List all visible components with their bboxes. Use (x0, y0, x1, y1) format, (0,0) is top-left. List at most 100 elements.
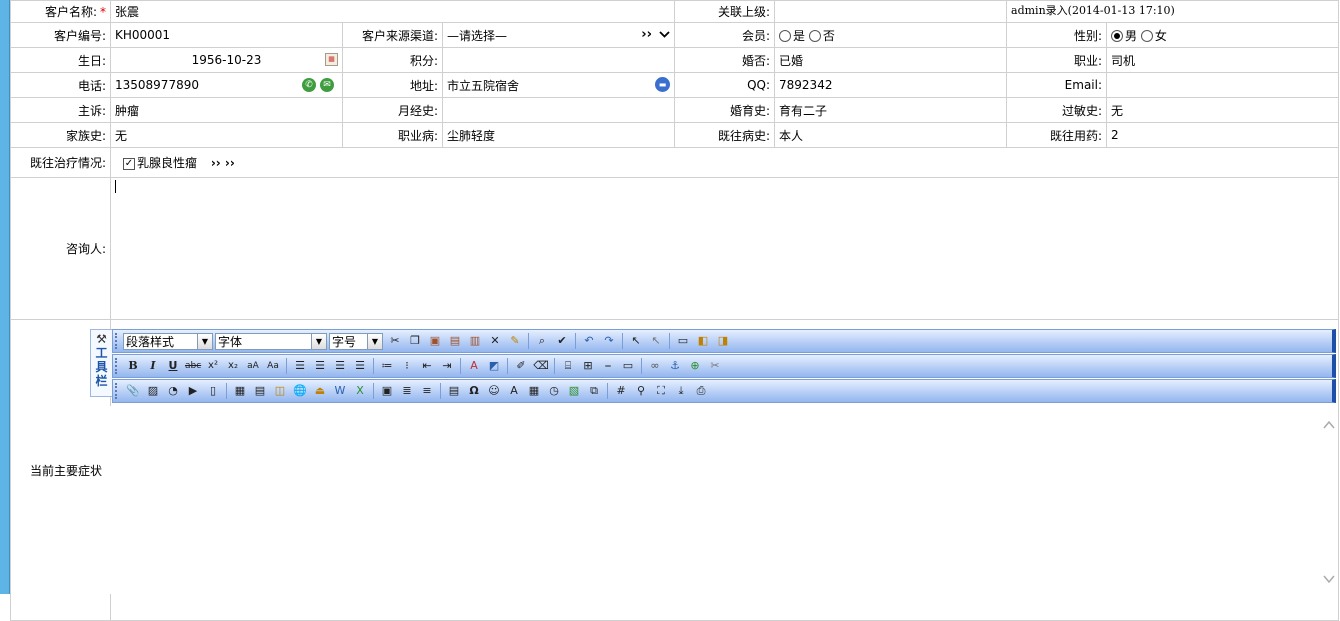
editor-scrollbar[interactable] (1320, 406, 1338, 594)
treatment-checkbox[interactable]: ✓ (123, 157, 135, 170)
emoticon-icon[interactable]: ☺ (486, 383, 502, 399)
member-yes-radio[interactable] (779, 30, 792, 42)
table-icon[interactable]: ▦ (232, 383, 248, 399)
spellcheck-icon[interactable]: ✔ (554, 333, 570, 349)
address-field[interactable]: 市立五院宿舍 ▬ (441, 72, 676, 98)
symptoms-editor-area[interactable] (102, 406, 1326, 594)
menstrual-field[interactable] (441, 97, 676, 123)
calendar-icon[interactable]: ▦ (325, 53, 338, 66)
toolbar-grip[interactable] (115, 333, 120, 349)
indent-icon[interactable]: ⇥ (439, 358, 455, 374)
media-icon[interactable]: ▶ (185, 383, 201, 399)
font-select[interactable]: 字体 ▼ (215, 332, 327, 350)
childbearing-field[interactable]: 育有二子 (774, 97, 1008, 123)
delete-icon[interactable]: ✕ (487, 333, 503, 349)
qq-field[interactable]: 7892342 (774, 72, 1008, 98)
form-icon[interactable]: ▣ (379, 383, 395, 399)
paste-text-icon[interactable]: ▤ (447, 333, 463, 349)
align-left-icon[interactable]: ☰ (292, 358, 308, 374)
gender-female-radio[interactable] (1140, 30, 1153, 42)
print-icon[interactable]: ⎙ (693, 383, 709, 399)
remove-format-icon[interactable]: ⌫ (533, 358, 549, 374)
past-history-field[interactable]: 本人 (774, 122, 1008, 148)
select-all-icon[interactable]: ↖ (648, 333, 664, 349)
font-color-icon[interactable]: A (466, 358, 482, 374)
paste-word-icon[interactable]: ▥ (467, 333, 483, 349)
upload-icon[interactable]: ⏏ (312, 383, 328, 399)
toolbar-grip[interactable] (115, 383, 120, 399)
html-source-icon[interactable]: ⌸ (560, 358, 576, 374)
send-backward-icon[interactable]: ◨ (715, 333, 731, 349)
zoom-icon[interactable]: ⚲ (633, 383, 649, 399)
paragraph-spacing-icon[interactable]: ≣ (399, 383, 415, 399)
complaint-field[interactable]: 肿瘤 (110, 97, 343, 123)
time-icon[interactable]: ◷ (546, 383, 562, 399)
align-justify-icon[interactable]: ☰ (352, 358, 368, 374)
template-icon[interactable]: ▤ (446, 383, 462, 399)
attachment-icon[interactable]: 📎 (125, 383, 141, 399)
excel-icon[interactable]: ▧ (566, 383, 582, 399)
bring-forward-icon[interactable]: ◧ (695, 333, 711, 349)
paste-icon[interactable]: ▣ (427, 333, 443, 349)
unordered-list-icon[interactable]: ⁝ (399, 358, 415, 374)
scroll-down-icon[interactable] (1323, 574, 1335, 584)
member-no-radio[interactable] (808, 30, 821, 42)
points-field[interactable] (441, 47, 676, 73)
paragraph-style-select[interactable]: 段落样式 ▼ (123, 332, 213, 350)
globe-icon[interactable]: 🌐 (292, 383, 308, 399)
select-pointer-icon[interactable]: ↖ (628, 333, 644, 349)
email-field[interactable] (1106, 72, 1340, 98)
uppercase-icon[interactable]: aA (245, 358, 261, 374)
toolbar-tab[interactable]: ⚒ 工具栏 (90, 329, 112, 397)
call-phone-icon[interactable]: ✆ (302, 78, 316, 92)
special-char-icon[interactable]: Ω (466, 383, 482, 399)
unlink-icon[interactable]: ✂ (707, 358, 723, 374)
page-break-icon[interactable]: ⤓ (673, 383, 689, 399)
allergy-field[interactable]: 无 (1106, 97, 1340, 123)
chevron-down-icon[interactable] (659, 28, 670, 42)
date-icon[interactable]: ▦ (526, 383, 542, 399)
phone-field[interactable]: 13508977890 ✆ ✉ (110, 72, 343, 98)
underline-icon[interactable]: U (165, 358, 181, 374)
align-right-icon[interactable]: ☰ (332, 358, 348, 374)
link-icon[interactable]: ∞ (647, 358, 663, 374)
bus-route-icon[interactable]: ▬ (655, 77, 671, 92)
file-icon[interactable]: ▯ (205, 383, 221, 399)
font-size-select[interactable]: 字号 ▼ (329, 332, 383, 350)
anchor-icon[interactable]: ⚓ (667, 358, 683, 374)
married-field[interactable]: 已婚 (774, 47, 1008, 73)
table-edit-icon[interactable]: ▤ (252, 383, 268, 399)
marquee-icon[interactable]: ▭ (620, 358, 636, 374)
screen-capture-icon[interactable]: ⧉ (586, 383, 602, 399)
sms-envelope-icon[interactable]: ✉ (320, 78, 334, 92)
format-brush-icon[interactable]: ✐ (513, 358, 529, 374)
redo-icon[interactable]: ↷ (601, 333, 617, 349)
birthday-field[interactable]: 1956-10-23 ▦ (110, 47, 343, 73)
consultant-textarea[interactable] (109, 177, 1340, 320)
family-history-field[interactable]: 无 (110, 122, 343, 148)
toolbar-grip[interactable] (115, 358, 120, 374)
absolute-position-icon[interactable]: ▭ (675, 333, 691, 349)
italic-icon[interactable]: I (145, 358, 161, 374)
customer-name-field[interactable]: 张震 (109, 0, 676, 23)
find-icon[interactable]: ⌕ (534, 333, 550, 349)
strikethrough-icon[interactable]: abc (185, 358, 201, 374)
superior-field[interactable] (774, 0, 1008, 23)
gender-male-radio[interactable] (1111, 30, 1124, 42)
align-center-icon[interactable]: ☰ (312, 358, 328, 374)
grid-icon[interactable]: # (613, 383, 629, 399)
clear-format-icon[interactable]: ✎ (507, 333, 523, 349)
preview-icon[interactable]: ⊞ (580, 358, 596, 374)
subscript-icon[interactable]: x₂ (225, 358, 241, 374)
outdent-icon[interactable]: ⇤ (419, 358, 435, 374)
past-medication-field[interactable]: 2 (1106, 122, 1340, 148)
bold-icon[interactable]: B (125, 358, 141, 374)
flash-icon[interactable]: ◔ (165, 383, 181, 399)
web-link-icon[interactable]: ⊕ (687, 358, 703, 374)
layer-icon[interactable]: ◫ (272, 383, 288, 399)
lowercase-icon[interactable]: Aa (265, 358, 281, 374)
line-spacing-icon[interactable]: ≡ (419, 383, 435, 399)
excel-import-icon[interactable]: X (352, 383, 368, 399)
customer-code-field[interactable]: KH00001 (110, 22, 343, 48)
source-channel-select[interactable]: —请选择— ›› (441, 22, 676, 48)
